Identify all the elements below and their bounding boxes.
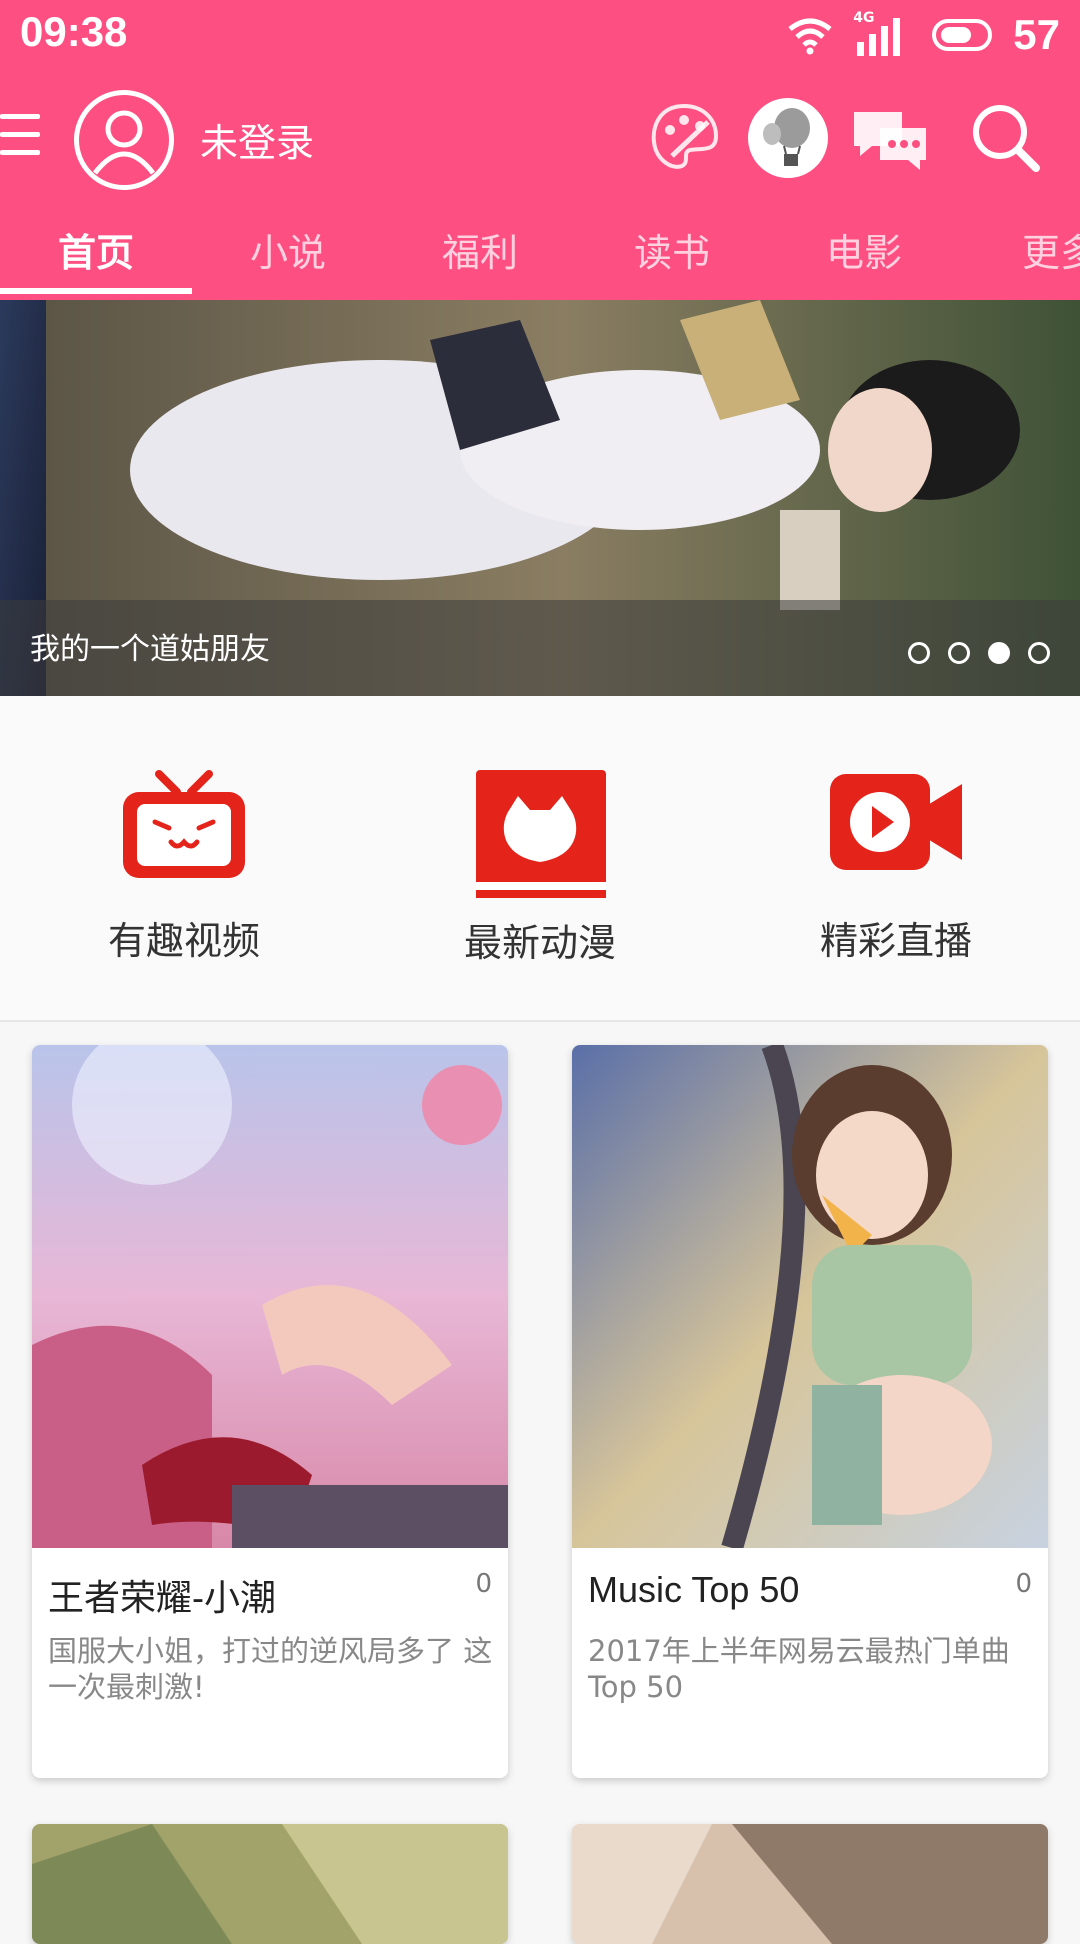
carousel-dot[interactable] — [1028, 642, 1050, 664]
tab-label: 福利 — [441, 231, 518, 275]
card-thumbnail — [572, 1824, 1048, 1944]
banner-carousel[interactable]: 我的一个道姑朋友 — [0, 300, 1080, 696]
status-bar: 09:38 4G 57 — [0, 0, 1080, 70]
carousel-dot[interactable] — [948, 642, 970, 664]
content-card[interactable]: Music Top 50 0 2017年上半年网易云最热门单曲Top 50 — [572, 1045, 1048, 1778]
cat-book-icon — [476, 770, 606, 898]
card-count: 0 — [1015, 1569, 1032, 1599]
app-bar: 未登录 — [0, 80, 1080, 200]
quick-item-anime[interactable]: 最新动漫 — [360, 766, 720, 1016]
tab-bar: 首页 小说 福利 读书 电影 更多 — [0, 216, 1080, 294]
palette-icon — [651, 103, 719, 169]
search-button[interactable] — [964, 96, 1048, 180]
card-title: Music Top 50 — [588, 1569, 800, 1610]
tab-label: 小说 — [249, 231, 326, 275]
avatar-icon — [93, 110, 155, 175]
content-card[interactable] — [32, 1824, 508, 1944]
card-thumbnail — [572, 1045, 1048, 1548]
battery-icon — [932, 19, 993, 51]
tab-home[interactable]: 首页 — [0, 216, 192, 294]
palette-button[interactable] — [642, 96, 726, 180]
carousel-dot[interactable] — [908, 642, 930, 664]
content-card[interactable] — [572, 1824, 1048, 1944]
tab-movie[interactable]: 电影 — [768, 216, 960, 290]
wifi-icon — [788, 18, 832, 55]
card-thumbnail — [32, 1045, 508, 1548]
quick-item-live[interactable]: 精彩直播 — [716, 766, 1076, 1016]
tab-indicator — [0, 288, 192, 294]
signal-icon: 4G — [853, 10, 913, 58]
card-description: 国服大小姐，打过的逆风局多了 这一次最刺激! — [48, 1634, 493, 1704]
status-icons: 4G 57 — [785, 10, 1060, 60]
carousel-indicator — [908, 642, 1050, 664]
battery-level: 57 — [1013, 11, 1060, 58]
menu-button[interactable] — [0, 108, 44, 164]
chat-icon — [854, 112, 926, 170]
banner-caption: 我的一个道姑朋友 — [30, 632, 270, 667]
quick-item-videos[interactable]: 有趣视频 — [4, 766, 364, 1016]
quick-item-label: 精彩直播 — [819, 919, 972, 963]
search-icon — [973, 105, 1040, 172]
header: 09:38 4G 57 未登录 首页 小说 福利 读书 电影 更多 — [0, 0, 1080, 300]
card-title: 王者荣耀-小潮 — [48, 1577, 276, 1618]
tab-more[interactable]: 更多 — [960, 216, 1080, 290]
card-thumbnail — [32, 1824, 508, 1944]
balloon-icon — [763, 108, 810, 166]
avatar[interactable] — [74, 90, 174, 190]
quick-item-label: 最新动漫 — [463, 921, 616, 965]
tab-label: 电影 — [825, 231, 902, 275]
tab-label: 读书 — [633, 231, 710, 275]
carousel-dot-active[interactable] — [988, 642, 1010, 664]
tab-label: 首页 — [57, 231, 134, 275]
quick-item-label: 有趣视频 — [107, 919, 260, 963]
card-count: 0 — [475, 1569, 492, 1599]
chat-button[interactable] — [846, 96, 930, 180]
card-description: 2017年上半年网易云最热门单曲Top 50 — [588, 1634, 1010, 1704]
tab-reading[interactable]: 读书 — [576, 216, 768, 290]
user-name[interactable]: 未登录 — [200, 112, 314, 167]
network-type: 4G — [853, 10, 875, 26]
balloon-button[interactable] — [748, 98, 828, 178]
tab-novel[interactable]: 小说 — [192, 216, 384, 290]
tab-welfare[interactable]: 福利 — [384, 216, 576, 290]
video-camera-icon — [830, 774, 962, 870]
tv-icon — [123, 770, 245, 878]
quick-menu: 有趣视频 最新动漫 精彩直播 — [0, 696, 1080, 1022]
tab-label: 更多 — [1022, 231, 1080, 275]
content-card[interactable]: 王者荣耀-小潮 0 国服大小姐，打过的逆风局多了 这一次最刺激! — [32, 1045, 508, 1778]
status-time: 09:38 — [20, 8, 128, 55]
